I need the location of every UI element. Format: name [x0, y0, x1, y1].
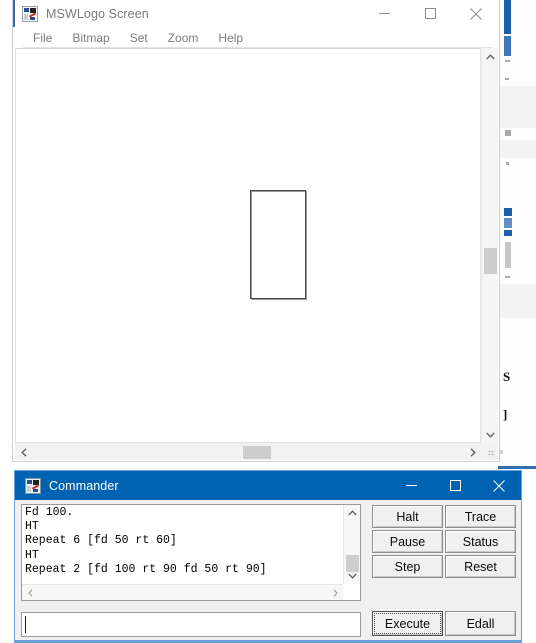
- command-input[interactable]: [21, 612, 361, 637]
- commander-action-buttons: Execute Edall: [371, 610, 517, 637]
- menu-item-zoom[interactable]: Zoom: [168, 31, 199, 45]
- text-caret: [25, 616, 26, 633]
- commander-window-title: Commander: [49, 478, 119, 493]
- halt-button[interactable]: Halt: [372, 505, 443, 528]
- background-fragment: [505, 276, 510, 278]
- background-accent-bar: [504, 0, 511, 34]
- background-panel: [498, 140, 536, 158]
- mswlogo-screen-window: MSWLogo Screen File Bitmap Set Zoom Help: [12, 0, 500, 462]
- status-button[interactable]: Status: [445, 530, 516, 553]
- screen-menubar: File Bitmap Set Zoom Help: [13, 27, 499, 48]
- background-fragment: [505, 130, 511, 136]
- horizontal-scroll-thumb[interactable]: [243, 446, 271, 459]
- vertical-scroll-thumb[interactable]: [484, 248, 497, 274]
- chevron-left-icon[interactable]: [22, 585, 38, 601]
- chevron-right-icon[interactable]: [327, 585, 343, 601]
- commander-bottom-edge: [15, 640, 521, 642]
- chevron-down-icon[interactable]: [482, 426, 499, 443]
- command-history-text: Fd 100. HT Repeat 6 [fd 50 rt 60] HT Rep…: [25, 506, 267, 576]
- menu-item-set[interactable]: Set: [130, 31, 148, 45]
- background-accent-bar: [504, 36, 511, 56]
- drawing-canvas[interactable]: [15, 48, 481, 443]
- background-fragment: [505, 60, 510, 62]
- chevron-up-icon[interactable]: [482, 48, 499, 65]
- execute-button[interactable]: Execute: [372, 611, 443, 636]
- window-active-edge: [13, 0, 15, 27]
- close-button[interactable]: [477, 471, 521, 500]
- pause-button[interactable]: Pause: [372, 530, 443, 553]
- close-button[interactable]: [453, 0, 499, 27]
- screen-titlebar[interactable]: MSWLogo Screen: [13, 0, 499, 27]
- background-accent-bar: [498, 466, 536, 469]
- chevron-down-icon[interactable]: [344, 568, 361, 584]
- commander-window: Commander Fd 100. HT Repeat 6 [fd 50 rt …: [14, 470, 522, 643]
- mswlogo-app-icon: [22, 5, 38, 22]
- screen-window-title: MSWLogo Screen: [46, 6, 149, 21]
- chevron-left-icon[interactable]: [15, 444, 32, 461]
- step-button[interactable]: Step: [372, 555, 443, 578]
- mswlogo-app-icon: [25, 477, 41, 494]
- screen-window-controls: [361, 0, 499, 27]
- background-accent-bar: [504, 230, 512, 236]
- canvas-horizontal-scrollbar[interactable]: [15, 443, 481, 460]
- chevron-up-icon[interactable]: [344, 505, 361, 521]
- background-text-fragment: ]: [503, 407, 508, 422]
- command-history-panel[interactable]: Fd 100. HT Repeat 6 [fd 50 rt 60] HT Rep…: [21, 504, 361, 601]
- menu-item-bitmap[interactable]: Bitmap: [72, 31, 109, 45]
- screenshot-root: S ] MSWLogo Screen File Bitmap Set Zoom …: [0, 0, 536, 643]
- background-fragment: [505, 242, 511, 268]
- minimize-button[interactable]: [389, 471, 433, 500]
- maximize-button[interactable]: [407, 0, 453, 27]
- chevron-right-icon[interactable]: [464, 444, 481, 461]
- canvas-vertical-scrollbar[interactable]: [481, 48, 498, 443]
- minimize-button[interactable]: [361, 0, 407, 27]
- commander-body: Fd 100. HT Repeat 6 [fd 50 rt 60] HT Rep…: [15, 500, 521, 642]
- edall-button[interactable]: Edall: [445, 611, 516, 636]
- history-vertical-scrollbar[interactable]: [343, 505, 360, 584]
- background-fragment: [506, 162, 509, 165]
- commander-window-controls: [389, 471, 521, 500]
- background-accent-bar: [504, 218, 512, 228]
- background-panel: [498, 284, 536, 318]
- resize-grip[interactable]: [481, 443, 498, 460]
- background-accent-bar: [504, 208, 512, 216]
- background-fragment: [505, 78, 509, 80]
- menu-item-file[interactable]: File: [33, 31, 52, 45]
- commander-button-grid: Halt Trace Pause Status Step Reset: [371, 504, 517, 579]
- turtle-rectangle: [250, 190, 306, 299]
- background-panel: [498, 86, 536, 128]
- reset-button[interactable]: Reset: [445, 555, 516, 578]
- history-horizontal-scrollbar[interactable]: [22, 584, 343, 600]
- maximize-button[interactable]: [433, 471, 477, 500]
- trace-button[interactable]: Trace: [445, 505, 516, 528]
- background-text-fragment: S: [503, 369, 511, 384]
- commander-titlebar[interactable]: Commander: [15, 471, 521, 500]
- canvas-area: [15, 48, 498, 460]
- menu-item-help[interactable]: Help: [218, 31, 243, 45]
